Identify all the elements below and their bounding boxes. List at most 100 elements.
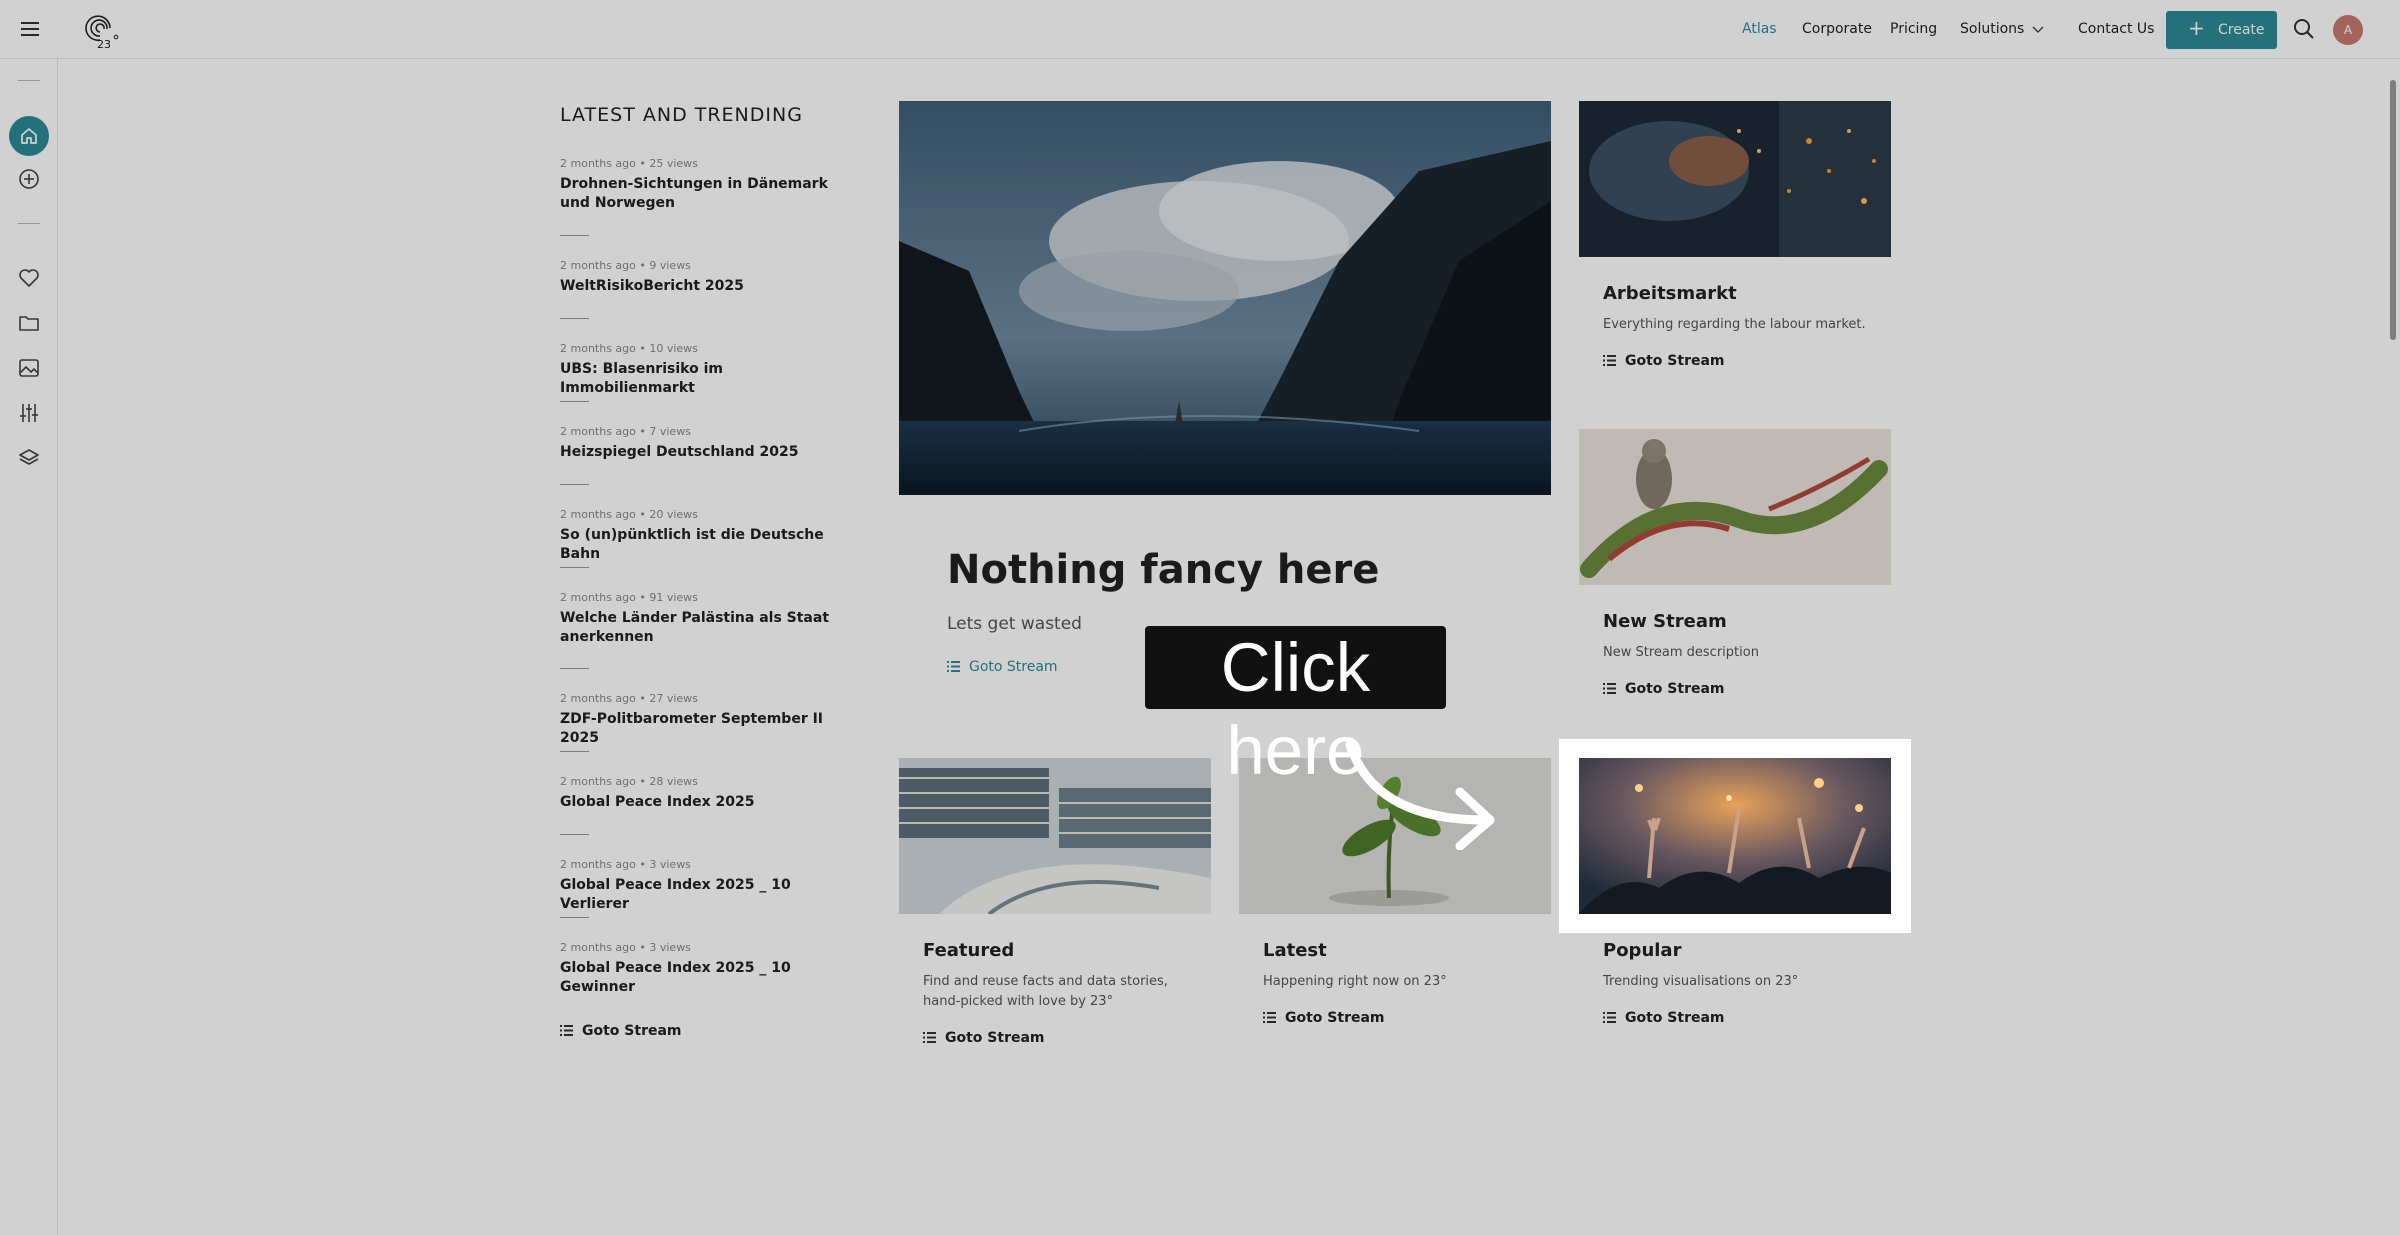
list-item[interactable]: 2 months ago • 25 views Drohnen-Sichtung… <box>560 157 850 213</box>
card-image <box>899 758 1211 914</box>
divider <box>560 917 589 918</box>
list-item-meta: 2 months ago • 27 views <box>560 692 698 705</box>
card-description: Everything regarding the labour market. <box>1603 317 1866 332</box>
divider <box>560 318 589 319</box>
svg-text:23: 23 <box>97 38 111 50</box>
list-item[interactable]: 2 months ago • 9 views WeltRisikoBericht… <box>560 259 850 296</box>
card-description: New Stream description <box>1603 645 1759 660</box>
list-item[interactable]: 2 months ago • 3 views Global Peace Inde… <box>560 858 850 914</box>
card-arbeitsmarkt[interactable]: Arbeitsmarkt Everything regarding the la… <box>1579 101 1891 401</box>
trending-title: LATEST AND TRENDING <box>560 104 803 126</box>
avatar[interactable]: A <box>2333 15 2363 45</box>
goto-stream-label: Goto Stream <box>945 1030 1045 1046</box>
card-description: Happening right now on 23° <box>1263 974 1447 989</box>
menu-icon[interactable] <box>18 18 42 40</box>
folder-icon[interactable] <box>17 311 41 335</box>
list-item-meta: 2 months ago • 10 views <box>560 342 698 355</box>
search-icon[interactable] <box>2293 18 2315 40</box>
list-icon <box>923 1032 936 1043</box>
list-item-meta: 2 months ago • 28 views <box>560 775 698 788</box>
heart-icon[interactable] <box>17 266 41 290</box>
chevron-down-icon[interactable] <box>2031 22 2045 36</box>
card-goto-stream-link[interactable]: Goto Stream <box>1603 681 1725 697</box>
list-item[interactable]: 2 months ago • 10 views UBS: Blasenrisik… <box>560 342 850 398</box>
list-item-meta: 2 months ago • 9 views <box>560 259 691 272</box>
divider <box>560 401 589 402</box>
click-here-tooltip: Click here <box>1145 626 1446 789</box>
hero-goto-stream-link[interactable]: Goto Stream <box>947 659 1058 675</box>
sidebar <box>0 59 58 1235</box>
sidebar-item-home[interactable] <box>9 116 49 156</box>
card-goto-stream-link[interactable]: Goto Stream <box>1263 1010 1385 1026</box>
list-icon <box>947 661 960 672</box>
popular-card-image[interactable] <box>1579 758 1891 914</box>
list-item-title[interactable]: Global Peace Index 2025 _ 10 Gewinner <box>560 959 850 997</box>
card-description: Trending visualisations on 23° <box>1603 974 1799 989</box>
nav-corporate[interactable]: Corporate <box>1802 21 1872 37</box>
goto-stream-label: Goto Stream <box>582 1023 682 1039</box>
card-goto-stream-link[interactable]: Goto Stream <box>1603 1010 1725 1026</box>
list-icon <box>1263 1012 1276 1023</box>
nav-solutions[interactable]: Solutions <box>1960 21 2024 37</box>
divider <box>560 567 589 568</box>
list-item-meta: 2 months ago • 20 views <box>560 508 698 521</box>
plus-icon: + <box>2188 16 2205 40</box>
goto-stream-label: Goto Stream <box>1625 353 1725 369</box>
goto-stream-label: Goto Stream <box>1625 681 1725 697</box>
list-item-title[interactable]: WeltRisikoBericht 2025 <box>560 277 850 296</box>
card-goto-stream-link[interactable]: Goto Stream <box>1603 353 1725 369</box>
top-bar: 23 Atlas Corporate Pricing Solutions Con… <box>0 0 2400 59</box>
list-item-title[interactable]: Global Peace Index 2025 <box>560 793 850 812</box>
list-icon <box>1603 355 1616 366</box>
sliders-icon[interactable] <box>17 401 41 425</box>
list-item-title[interactable]: Global Peace Index 2025 _ 10 Verlierer <box>560 876 850 914</box>
goto-stream-label: Goto Stream <box>969 659 1058 675</box>
create-button[interactable]: + Create <box>2166 11 2277 49</box>
card-image <box>1579 429 1891 585</box>
list-icon <box>560 1025 573 1036</box>
trending-goto-stream-link[interactable]: Goto Stream <box>560 1023 682 1039</box>
divider <box>560 834 589 835</box>
divider <box>560 484 589 485</box>
list-item[interactable]: 2 months ago • 91 views Welche Länder Pa… <box>560 591 850 647</box>
card-title: Featured <box>923 940 1015 961</box>
divider <box>560 668 589 669</box>
nav-contact-us[interactable]: Contact Us <box>2078 21 2154 37</box>
card-description: Find and reuse facts and data stories, h… <box>923 974 1168 1009</box>
logo[interactable]: 23 <box>80 10 122 50</box>
list-item[interactable]: 2 months ago • 7 views Heizspiegel Deuts… <box>560 425 850 462</box>
card-title: New Stream <box>1603 611 1727 632</box>
add-circle-icon[interactable] <box>17 167 41 191</box>
list-item[interactable]: 2 months ago • 28 views Global Peace Ind… <box>560 775 850 812</box>
list-icon <box>1603 1012 1616 1023</box>
card-new-stream[interactable]: New Stream New Stream description Goto S… <box>1579 429 1891 729</box>
sidebar-divider <box>18 223 40 224</box>
list-item[interactable]: 2 months ago • 27 views ZDF-Politbaromet… <box>560 692 850 748</box>
list-item-title[interactable]: Heizspiegel Deutschland 2025 <box>560 443 850 462</box>
layers-icon[interactable] <box>17 446 41 470</box>
hero-title: Nothing fancy here <box>947 547 1380 593</box>
scrollbar[interactable] <box>2390 80 2396 340</box>
image-icon[interactable] <box>17 356 41 380</box>
card-goto-stream-link[interactable]: Goto Stream <box>923 1030 1045 1046</box>
nav-pricing[interactable]: Pricing <box>1890 21 1937 37</box>
divider <box>560 235 589 236</box>
create-button-label: Create <box>2218 22 2265 38</box>
list-icon <box>1603 683 1616 694</box>
list-item-title[interactable]: UBS: Blasenrisiko im Immobilienmarkt <box>560 360 850 398</box>
list-item-title[interactable]: Welche Länder Palästina als Staat anerke… <box>560 609 850 647</box>
list-item-title[interactable]: Drohnen-Sichtungen in Dänemark und Norwe… <box>560 175 850 213</box>
home-icon <box>21 128 37 144</box>
hero-subtitle: Lets get wasted <box>947 614 1082 634</box>
divider <box>560 751 589 752</box>
nav-atlas[interactable]: Atlas <box>1742 21 1777 37</box>
list-item[interactable]: 2 months ago • 3 views Global Peace Inde… <box>560 941 850 997</box>
list-item-meta: 2 months ago • 91 views <box>560 591 698 604</box>
list-item-title[interactable]: ZDF-Politbarometer September II 2025 <box>560 710 850 748</box>
list-item[interactable]: 2 months ago • 20 views So (un)pünktlich… <box>560 508 850 564</box>
card-title: Arbeitsmarkt <box>1603 283 1737 304</box>
card-featured[interactable]: Featured Find and reuse facts and data s… <box>899 758 1211 1078</box>
hero-image <box>899 101 1551 495</box>
list-item-title[interactable]: So (un)pünktlich ist die Deutsche Bahn <box>560 526 850 564</box>
sidebar-divider <box>18 80 40 81</box>
